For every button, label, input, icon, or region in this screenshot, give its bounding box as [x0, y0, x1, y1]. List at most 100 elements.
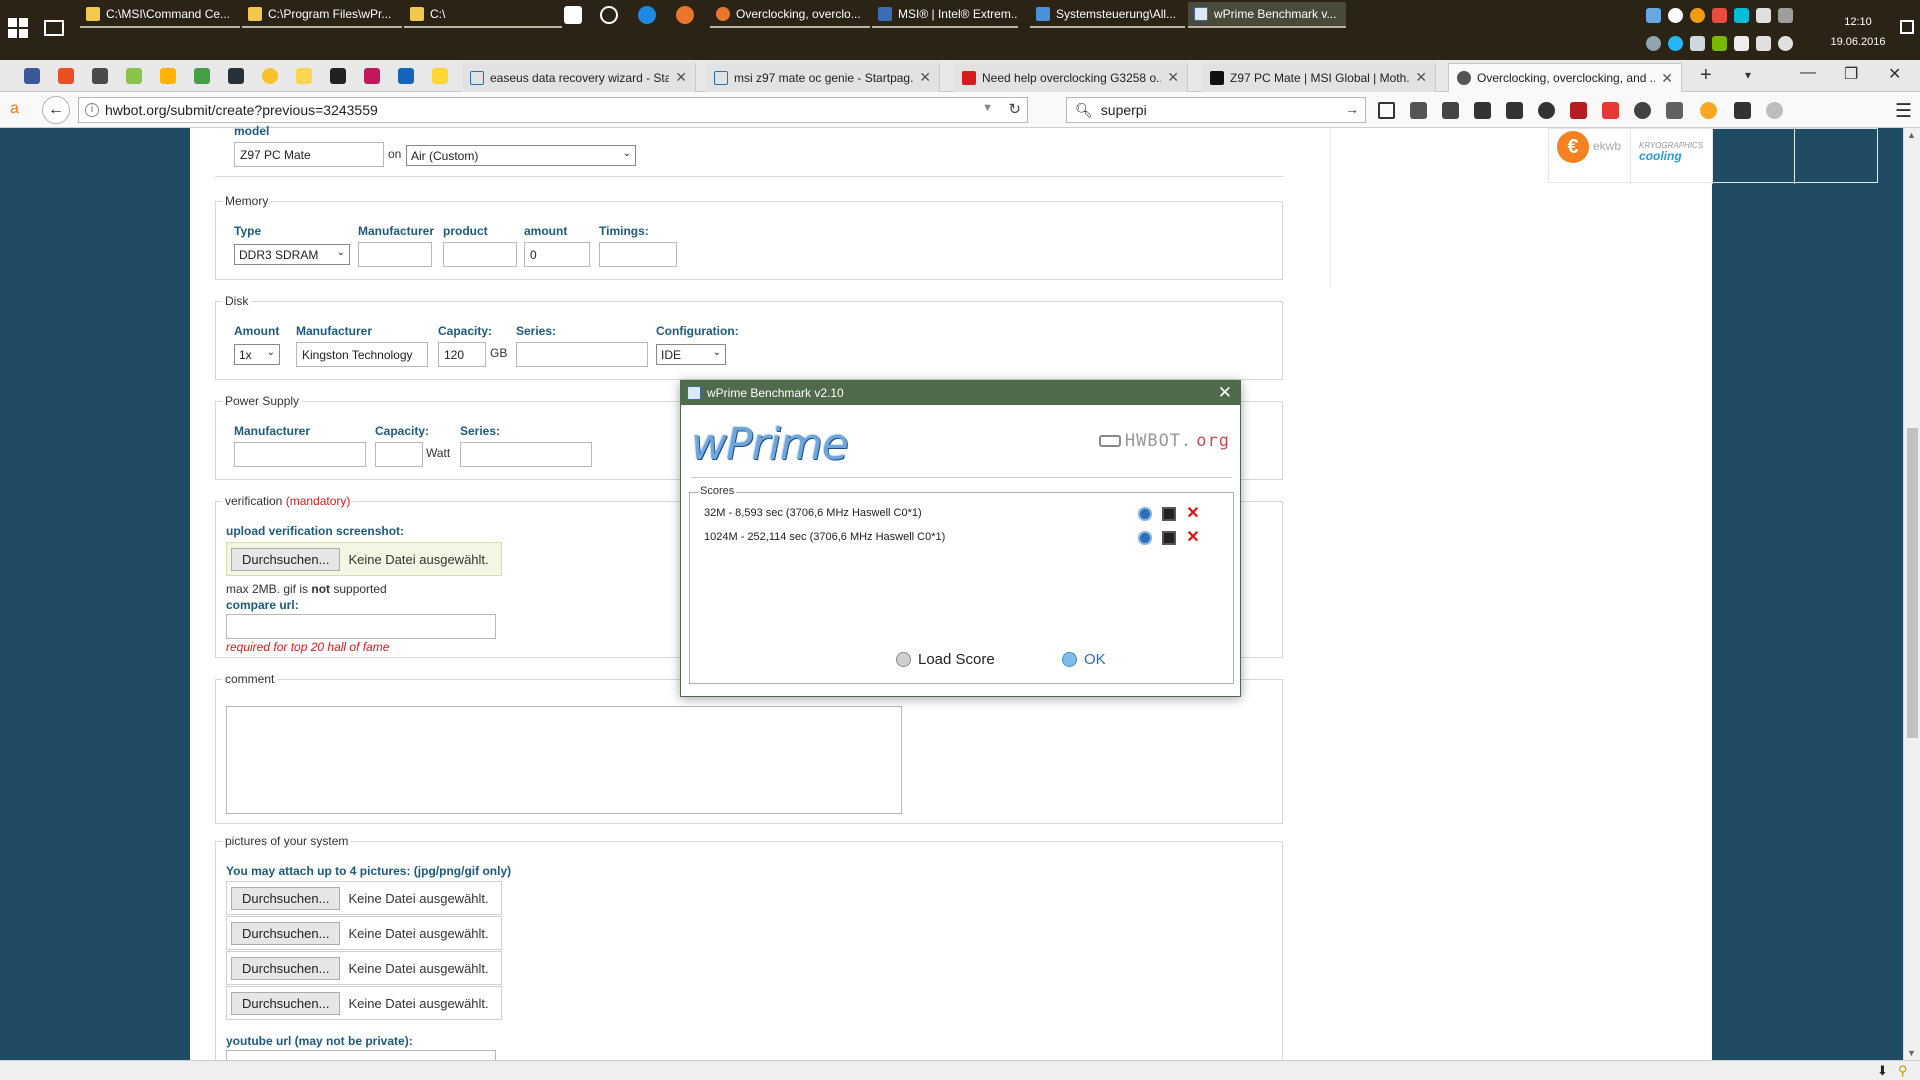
tray-p-icon[interactable]	[1734, 8, 1749, 23]
addon-status-icon[interactable]: ⚲	[1898, 1063, 1908, 1079]
browse-button[interactable]: Durchsuchen...	[231, 547, 341, 571]
sponsor-kryographics[interactable]: KRYOGRAPHICS cooling	[1631, 129, 1713, 184]
tray-creative-icon[interactable]	[1712, 8, 1727, 23]
bookmark-black-icon[interactable]	[330, 68, 346, 84]
view-score-icon[interactable]	[1138, 507, 1152, 521]
bookmark-magenta-icon[interactable]	[364, 68, 380, 84]
bookmark-star-icon[interactable]	[1378, 102, 1395, 119]
browse-button[interactable]: Durchsuchen...	[231, 956, 341, 980]
tray-avast-icon[interactable]	[1690, 8, 1705, 23]
delete-score-icon[interactable]: ✕	[1186, 506, 1200, 522]
save-score-icon[interactable]	[1162, 507, 1176, 521]
taskbar-item-control-panel[interactable]: Systemsteuerung\All...	[1030, 2, 1185, 28]
bookmark-red-icon[interactable]	[58, 68, 74, 84]
system-clock[interactable]: 12:10 19.06.2016	[1818, 12, 1898, 52]
delete-score-icon[interactable]: ✕	[1186, 530, 1200, 546]
url-history-dropdown-icon[interactable]: ▼	[982, 102, 993, 114]
tab-close-icon[interactable]: ✕	[1661, 70, 1673, 87]
bookmark-face-icon[interactable]	[262, 68, 278, 84]
taskbar-item-explorer-msi[interactable]: C:\MSI\Command Ce...	[80, 2, 240, 28]
bookmark-map-icon[interactable]	[194, 68, 210, 84]
tray-window-icon[interactable]	[1756, 8, 1771, 23]
bookmark-grid-icon[interactable]	[92, 68, 108, 84]
taskbar-item-firefox-overclocking[interactable]: Overclocking, overclo...	[710, 2, 870, 28]
psu-manufacturer-input[interactable]	[234, 442, 366, 467]
taskbar-item-msi-extreme[interactable]: MSI® | Intel® Extrem...	[872, 2, 1018, 28]
page-scrollbar[interactable]: ▲ ▼	[1903, 128, 1920, 1060]
bookmark-dark-icon[interactable]	[228, 68, 244, 84]
tray-monitor-icon[interactable]	[1690, 36, 1705, 51]
addon-face-icon[interactable]	[1700, 102, 1717, 119]
taskbar-item-explorer-wprime[interactable]: C:\Program Files\wPr...	[242, 2, 402, 28]
psu-capacity-input[interactable]	[375, 442, 423, 467]
back-button[interactable]: ←	[42, 96, 70, 124]
new-tab-button[interactable]: +	[1700, 64, 1712, 87]
firefox-icon[interactable]	[676, 6, 694, 24]
scroll-down-arrow-icon[interactable]: ▼	[1907, 1048, 1916, 1058]
settings-gear-icon[interactable]	[600, 6, 618, 24]
tray-volume-icon[interactable]	[1778, 36, 1793, 51]
browse-button[interactable]: Durchsuchen...	[231, 921, 341, 945]
menu-hamburger-icon[interactable]: ☰	[1895, 100, 1912, 123]
addon-circle-icon[interactable]	[1766, 102, 1783, 119]
ok-button[interactable]: OK	[1062, 651, 1106, 668]
hwbot-logo[interactable]: HWBOT. org	[1098, 431, 1230, 451]
disk-amount-select[interactable]: 1x ⌄	[234, 344, 280, 365]
dialog-close-icon[interactable]: ✕	[1218, 383, 1232, 403]
ublock-icon[interactable]	[1570, 102, 1587, 119]
memory-product-input[interactable]	[443, 242, 517, 267]
reload-icon[interactable]: ↻	[1008, 100, 1021, 118]
notification-center-icon[interactable]	[1900, 20, 1914, 34]
search-bar[interactable]: 🔍︎ superpi →	[1066, 97, 1366, 123]
tab-z97-pc-mate[interactable]: Z97 PC Mate | MSI Global | Moth... ✕	[1202, 63, 1436, 92]
comment-textarea[interactable]	[226, 706, 902, 814]
picture-file-input-2[interactable]: Durchsuchen... Keine Datei ausgewählt.	[226, 916, 502, 950]
tray-tool-icon[interactable]	[1778, 8, 1793, 23]
scrollbar-thumb[interactable]	[1907, 428, 1918, 738]
bookmark-facebook-icon[interactable]	[24, 68, 40, 84]
task-view-icon[interactable]	[44, 20, 64, 36]
verification-file-input[interactable]: Durchsuchen... Keine Datei ausgewählt.	[226, 542, 502, 576]
memory-type-select[interactable]: DDR3 SDRAM ⌄	[234, 244, 350, 265]
chat-icon[interactable]	[1538, 102, 1555, 119]
addon-gear-icon[interactable]	[1634, 102, 1651, 119]
addon-red-icon[interactable]	[1602, 102, 1619, 119]
sponsor-ekwb[interactable]: € ekwb	[1549, 129, 1631, 184]
bookmark-blue-icon[interactable]	[398, 68, 414, 84]
compare-url-input[interactable]	[226, 614, 496, 639]
memory-manufacturer-input[interactable]	[358, 242, 432, 267]
picture-file-input-3[interactable]: Durchsuchen... Keine Datei ausgewählt.	[226, 951, 502, 985]
bookmark-idea-icon[interactable]	[432, 68, 448, 84]
model-input[interactable]: Z97 PC Mate	[234, 142, 384, 167]
downloads-icon[interactable]	[1474, 102, 1491, 119]
search-go-arrow-icon[interactable]: →	[1345, 101, 1359, 117]
tab-msi-z97-search[interactable]: msi z97 mate oc genie - Startpag... ✕	[706, 63, 940, 92]
browse-button[interactable]: Durchsuchen...	[231, 886, 341, 910]
picture-file-input-1[interactable]: Durchsuchen... Keine Datei ausgewählt.	[226, 881, 502, 915]
amazon-addon-icon[interactable]: a	[10, 100, 19, 118]
save-score-icon[interactable]	[1162, 531, 1176, 545]
url-bar[interactable]: i hwbot.org/submit/create?previous=32435…	[78, 97, 1028, 123]
memory-timings-input[interactable]	[599, 242, 677, 267]
tab-easeus[interactable]: easeus data recovery wizard - Sta... ✕	[462, 63, 696, 92]
disk-capacity-input[interactable]: 120	[438, 342, 486, 367]
picture-file-input-4[interactable]: Durchsuchen... Keine Datei ausgewählt.	[226, 986, 502, 1020]
calculator-icon[interactable]	[564, 6, 582, 24]
edge-browser-icon[interactable]	[638, 6, 656, 24]
cooling-select[interactable]: Air (Custom) ⌄	[406, 145, 636, 166]
site-info-icon[interactable]: i	[85, 103, 99, 117]
tray-network-icon[interactable]	[1756, 36, 1771, 51]
addon-plane-icon[interactable]	[1666, 102, 1683, 119]
tab-need-help-overclocking[interactable]: Need help overclocking G3258 o... ✕	[954, 63, 1188, 92]
tab-list-chevron-icon[interactable]: ▾	[1745, 68, 1751, 82]
taskbar-item-wprime[interactable]: wPrime Benchmark v...	[1188, 2, 1346, 28]
disk-manufacturer-input[interactable]: Kingston Technology	[296, 342, 428, 367]
tab-hwbot-overclocking[interactable]: Overclocking, overclocking, and ... ✕	[1448, 63, 1682, 92]
bookmark-yellow-icon[interactable]	[160, 68, 176, 84]
disk-configuration-select[interactable]: IDE ⌄	[656, 344, 726, 365]
disk-series-input[interactable]	[516, 342, 648, 367]
taskbar-item-explorer-c[interactable]: C:\	[404, 2, 562, 28]
tray-usb-icon[interactable]	[1734, 36, 1749, 51]
pocket-icon[interactable]	[1442, 102, 1459, 119]
bookmark-green-icon[interactable]	[126, 68, 142, 84]
